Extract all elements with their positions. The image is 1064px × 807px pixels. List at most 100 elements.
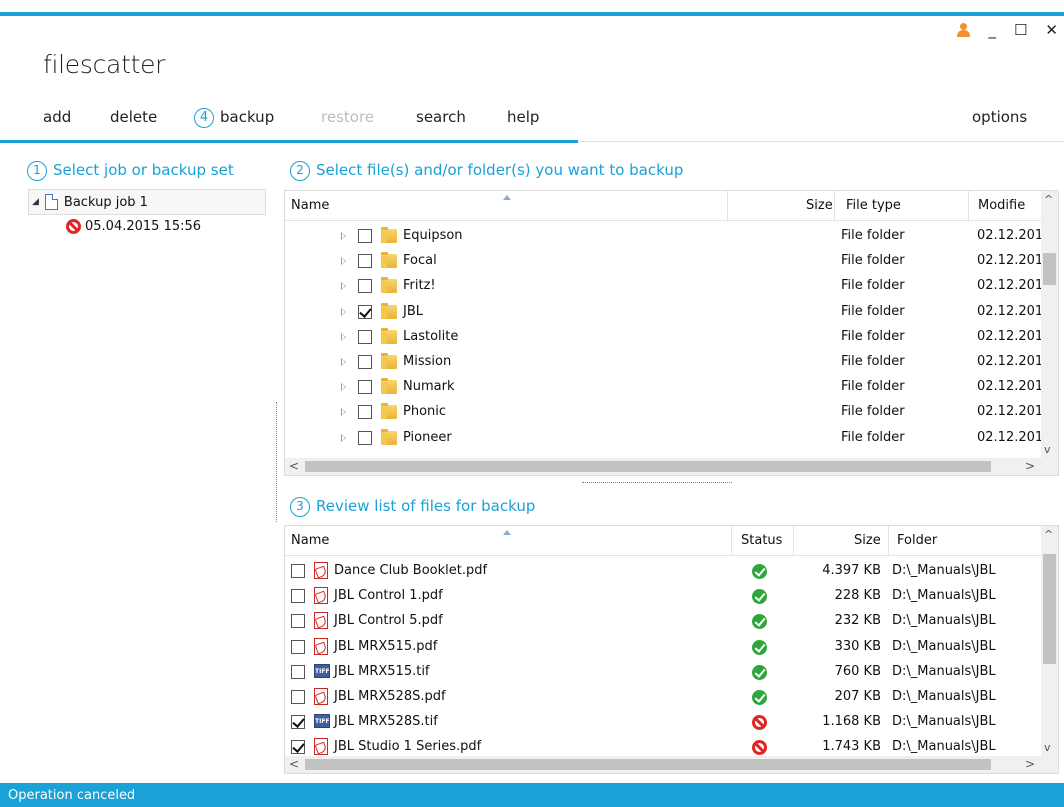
review-grid-hscroll[interactable]: < >: [285, 756, 1041, 773]
review-row[interactable]: JBL MRX515.tif 760 KB D:\_Manuals\JBL: [285, 660, 1041, 685]
file-modified: 02.12.201: [977, 328, 1044, 344]
file-checkbox[interactable]: [358, 229, 372, 243]
tree-item-backup-job[interactable]: ◢ Backup job 1: [32, 194, 148, 210]
search-menu[interactable]: search: [416, 108, 466, 126]
step-2-badge: 2: [290, 161, 310, 181]
review-grid-header: Name Status Size Folder: [285, 526, 1058, 556]
col-modified[interactable]: Modifie: [978, 198, 1025, 213]
review-checkbox[interactable]: [291, 639, 305, 654]
review-row[interactable]: JBL MRX515.pdf 330 KB D:\_Manuals\JBL: [285, 635, 1041, 660]
review-checkbox[interactable]: [291, 690, 305, 704]
file-modified: 02.12.201: [977, 303, 1044, 319]
scroll-left-icon[interactable]: <: [289, 757, 299, 771]
file-checkbox[interactable]: [358, 430, 372, 445]
expand-arrow-icon[interactable]: [341, 408, 346, 417]
title-accent-bar: [0, 12, 1064, 16]
options-menu[interactable]: options: [972, 108, 1027, 126]
expand-arrow-icon[interactable]: [341, 257, 346, 266]
file-name: Pioneer: [403, 429, 452, 445]
file-checkbox[interactable]: [358, 355, 372, 369]
file-name: JBL: [403, 303, 423, 319]
expand-arrow-icon[interactable]: [341, 383, 346, 392]
col-name[interactable]: Name: [291, 198, 329, 213]
file-grid-vscroll[interactable]: ^ v: [1041, 191, 1058, 458]
col-status[interactable]: Status: [741, 533, 782, 548]
review-checkbox[interactable]: [291, 740, 305, 755]
hscroll-thumb[interactable]: [305, 759, 991, 770]
review-row[interactable]: Dance Club Booklet.pdf 4.397 KB D:\_Manual…: [285, 559, 1041, 584]
hscroll-thumb[interactable]: [305, 461, 991, 472]
vertical-splitter[interactable]: [273, 392, 279, 542]
horizontal-splitter[interactable]: [568, 478, 748, 486]
col-size[interactable]: Size: [806, 198, 833, 213]
scroll-down-icon[interactable]: v: [1044, 443, 1051, 456]
file-row[interactable]: Fritz! File folder 02.12.201: [285, 274, 1044, 299]
review-row[interactable]: JBL MRX528S.pdf 207 KB D:\_Manuals\JBL: [285, 685, 1041, 710]
scroll-right-icon[interactable]: >: [1025, 757, 1035, 771]
scroll-up-icon[interactable]: ^: [1044, 193, 1053, 206]
scroll-down-icon[interactable]: v: [1044, 741, 1051, 754]
review-row[interactable]: JBL Control 5.pdf 232 KB D:\_Manuals\JBL: [285, 609, 1041, 634]
scroll-thumb[interactable]: [1043, 253, 1056, 285]
file-row[interactable]: Numark File folder 02.12.201: [285, 375, 1043, 400]
review-file-name: JBL Studio 1 Series.pdf: [334, 739, 482, 755]
pdf-file-icon: [314, 612, 328, 630]
minimize-button[interactable]: _: [988, 22, 996, 38]
file-row[interactable]: Pioneer File folder 02.12.201: [285, 426, 1043, 451]
col-folder[interactable]: Folder: [897, 533, 937, 548]
expand-arrow-icon[interactable]: [341, 232, 346, 240]
review-folder: D:\_Manuals\JBL: [892, 689, 996, 704]
scroll-thumb[interactable]: [1043, 554, 1056, 664]
review-checkbox[interactable]: [291, 589, 305, 604]
expand-arrow-icon[interactable]: [341, 433, 346, 442]
restore-menu[interactable]: restore: [321, 108, 374, 126]
review-checkbox[interactable]: [291, 664, 305, 679]
add-menu[interactable]: add: [43, 108, 71, 126]
file-type: File folder: [841, 404, 905, 420]
review-row[interactable]: JBL MRX528S.tif 1.168 KB D:\_Manuals\JBL: [285, 710, 1041, 735]
file-checkbox[interactable]: [358, 329, 372, 344]
status-ok-icon: [752, 589, 767, 605]
file-checkbox[interactable]: [358, 304, 372, 319]
collapse-arrow-icon[interactable]: ◢: [32, 197, 39, 207]
file-checkbox[interactable]: [358, 405, 372, 420]
step-1-badge: 1: [27, 161, 47, 181]
review-checkbox[interactable]: [291, 614, 305, 629]
review-file-name: JBL MRX515.pdf: [334, 638, 438, 654]
review-row[interactable]: JBL Control 1.pdf 228 KB D:\_Manuals\JBL: [285, 584, 1041, 609]
close-button[interactable]: ✕: [1045, 22, 1058, 38]
maximize-button[interactable]: ☐: [1014, 22, 1027, 38]
expand-arrow-icon[interactable]: [341, 307, 346, 316]
file-modified: 02.12.201: [977, 278, 1044, 294]
file-grid-hscroll[interactable]: < >: [285, 458, 1041, 475]
scroll-up-icon[interactable]: ^: [1044, 528, 1053, 541]
tree-item-backup-set[interactable]: 05.04.2015 15:56: [66, 219, 201, 234]
file-row[interactable]: Equipson File folder 02.12.201: [285, 224, 1043, 249]
help-menu[interactable]: help: [507, 108, 539, 126]
scroll-left-icon[interactable]: <: [289, 459, 299, 473]
folder-icon: [381, 252, 397, 269]
file-row[interactable]: JBL File folder 02.12.201: [285, 300, 1044, 325]
job-section-label: Select job or backup set: [53, 161, 234, 179]
expand-arrow-icon[interactable]: [341, 332, 346, 341]
review-grid-vscroll[interactable]: ^ v: [1041, 526, 1058, 756]
file-checkbox[interactable]: [358, 254, 372, 269]
file-row[interactable]: Phonic File folder 02.12.201: [285, 400, 1043, 425]
expand-arrow-icon[interactable]: [341, 358, 346, 366]
delete-menu[interactable]: delete: [110, 108, 157, 126]
file-row[interactable]: Mission File folder 02.12.201: [285, 350, 1043, 375]
file-checkbox[interactable]: [358, 279, 372, 294]
review-checkbox[interactable]: [291, 564, 305, 578]
file-row[interactable]: Focal File folder 02.12.201: [285, 249, 1043, 274]
backup-menu[interactable]: 4 backup: [194, 108, 274, 128]
folder-icon: [381, 277, 397, 294]
user-icon[interactable]: [956, 23, 971, 37]
review-checkbox[interactable]: [291, 715, 305, 730]
expand-arrow-icon[interactable]: [341, 282, 346, 291]
scroll-right-icon[interactable]: >: [1025, 459, 1035, 473]
col-size[interactable]: Size: [854, 533, 881, 548]
col-file-type[interactable]: File type: [846, 198, 901, 213]
file-checkbox[interactable]: [358, 380, 372, 395]
col-name[interactable]: Name: [291, 533, 329, 548]
file-row[interactable]: Lastolite File folder 02.12.201: [285, 325, 1044, 350]
